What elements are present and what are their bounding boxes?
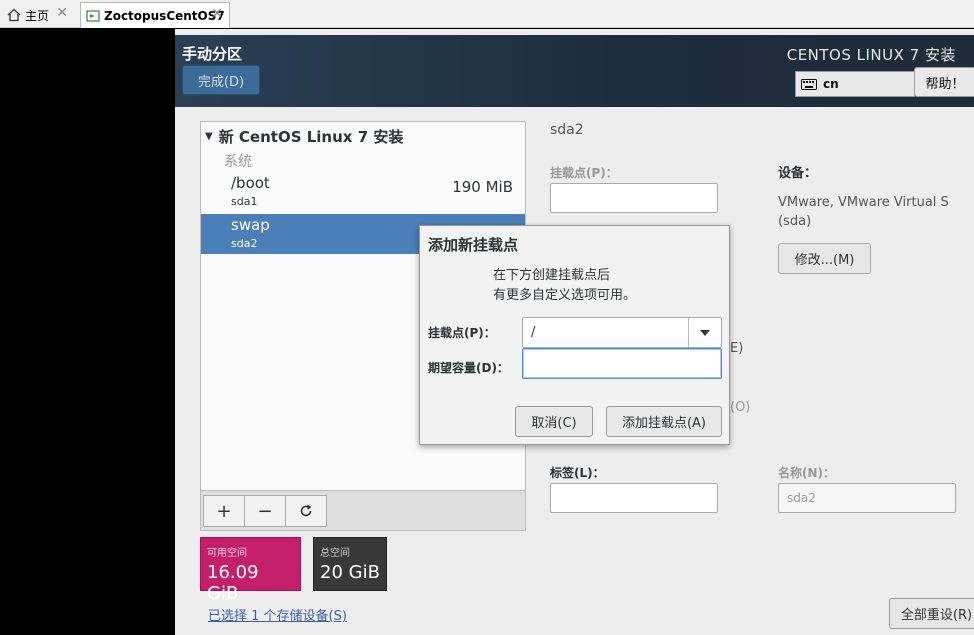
tab-home[interactable]: 主页 ✕ <box>2 2 74 28</box>
dropdown-arrow-button[interactable] <box>688 318 721 347</box>
dialog-capacity-label: 期望容量(D)： <box>428 361 509 375</box>
keyboard-layout-label: cn <box>823 77 839 91</box>
label-field-label: 标签(L)： <box>550 466 605 480</box>
dialog-mountpoint-label: 挂载点(P)： <box>428 326 496 340</box>
mountpoint-field[interactable] <box>550 183 718 213</box>
dialog-description: 在下方创建挂载点后 有更多自定义选项可用。 <box>493 266 636 306</box>
partition-group-label: 新 CentOS Linux 7 安装 <box>218 128 404 146</box>
tab-vm[interactable]: ZoctopusCentOS7 ✕ <box>80 2 230 28</box>
product-title: CENTOS LINUX 7 安装 <box>786 46 956 64</box>
add-mountpoint-button[interactable]: 添加挂载点(A) <box>606 406 722 437</box>
modify-button[interactable]: 修改...(M) <box>778 243 871 274</box>
partially-hidden-text: (O) <box>730 400 751 415</box>
partially-hidden-text: E) <box>730 341 744 356</box>
remove-partition-button[interactable]: − <box>244 495 286 527</box>
dialog-description-line2: 有更多自定义选项可用。 <box>493 288 637 303</box>
device-value: VMware, VMware Virtual S (sda) <box>778 193 949 231</box>
close-icon[interactable]: ✕ <box>56 5 68 21</box>
label-field[interactable] <box>550 483 718 513</box>
system-section-label: 系统 <box>224 154 252 170</box>
installer-header: 手动分区 完成(D) CENTOS LINUX 7 安装 cn 帮助！ <box>175 35 974 107</box>
partition-toolbar: + − <box>201 490 525 530</box>
vm-icon <box>85 8 101 24</box>
help-button[interactable]: 帮助！ <box>914 67 974 97</box>
total-space-label: 总空间 <box>320 548 350 559</box>
capacity-input[interactable] <box>522 348 722 379</box>
keyboard-icon <box>801 78 817 90</box>
keyboard-layout-indicator[interactable]: cn <box>795 71 915 97</box>
name-field: sda2 <box>778 483 956 513</box>
partition-group-header[interactable]: ▼ 新 CentOS Linux 7 安装 <box>205 126 403 147</box>
page-title: 手动分区 <box>182 45 243 63</box>
partition-row-boot[interactable]: /boot sda1 190 MiB <box>201 172 525 212</box>
total-space-box: 总空间 20 GiB <box>313 537 387 591</box>
refresh-button[interactable] <box>285 495 327 527</box>
partition-name: /boot <box>231 174 270 192</box>
mountpoint-label: 挂载点(P)： <box>550 166 618 180</box>
available-space-value: 16.09 GiB <box>207 562 259 604</box>
name-field-label: 名称(N)： <box>778 466 836 480</box>
available-space-box: 可用空间 16.09 GiB <box>200 537 301 604</box>
device-value-line2: (sda) <box>778 214 812 229</box>
refresh-icon <box>300 504 312 517</box>
chevron-down-icon <box>700 329 710 336</box>
total-space-value: 20 GiB <box>320 562 380 583</box>
browser-tab-bar: 主页 ✕ ZoctopusCentOS7 ✕ <box>0 0 974 28</box>
mountpoint-combo-value[interactable]: / <box>531 325 535 340</box>
device-label: 设备： <box>778 166 818 181</box>
tab-home-label: 主页 <box>25 8 50 23</box>
partition-name: swap <box>231 216 270 234</box>
done-button[interactable]: 完成(D) <box>182 65 260 95</box>
partition-device: sda2 <box>231 237 258 250</box>
cancel-button[interactable]: 取消(C) <box>515 406 593 437</box>
add-partition-button[interactable]: + <box>203 495 245 527</box>
available-space-label: 可用空间 <box>207 548 247 559</box>
home-icon <box>6 7 22 23</box>
reset-all-button[interactable]: 全部重设(R) <box>889 598 974 629</box>
dialog-description-line1: 在下方创建挂载点后 <box>493 268 611 283</box>
vm-console-margin <box>0 29 175 635</box>
partition-size: 190 MiB <box>452 178 513 196</box>
selected-storage-link[interactable]: 已选择 1 个存储设备(S) <box>208 605 347 624</box>
dialog-title: 添加新挂载点 <box>428 236 519 254</box>
expander-triangle-icon: ▼ <box>205 131 213 142</box>
tab-vm-label: ZoctopusCentOS7 <box>104 8 225 23</box>
detail-title: sda2 <box>550 122 584 138</box>
device-value-line1: VMware, VMware Virtual S <box>778 195 949 210</box>
add-mountpoint-dialog: 添加新挂载点 在下方创建挂载点后 有更多自定义选项可用。 挂载点(P)： / 期… <box>419 225 730 445</box>
close-icon[interactable]: ✕ <box>211 6 223 22</box>
partition-device: sda1 <box>231 195 258 208</box>
mountpoint-combo[interactable]: / <box>522 317 722 348</box>
